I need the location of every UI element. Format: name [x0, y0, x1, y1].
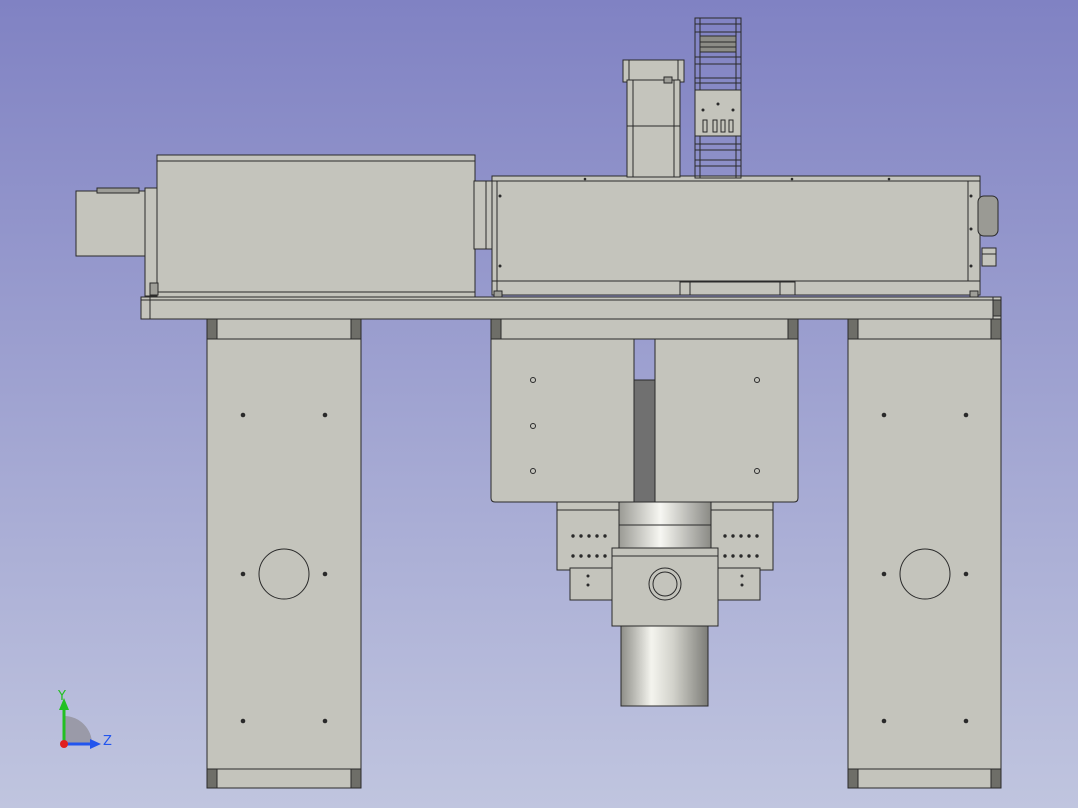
right-leg-foot	[847, 768, 1002, 789]
crossbeam[interactable]	[140, 296, 1002, 320]
axis-navigation-indicator[interactable]: Y Z	[57, 689, 112, 749]
right-linear-actuator[interactable]	[491, 175, 999, 298]
left-leg-foot	[206, 768, 362, 789]
right-support-leg[interactable]	[847, 318, 1002, 789]
servo-motor[interactable]	[622, 59, 685, 178]
actuator-body	[491, 175, 981, 296]
carriage-plate	[679, 281, 796, 296]
spindle-left-clamp	[569, 567, 613, 601]
axis-quadrant	[64, 716, 92, 744]
motor-body	[626, 79, 681, 178]
left-support-leg[interactable]	[206, 318, 362, 789]
axis-y-label: Y	[57, 689, 66, 704]
axis-z-label: Z	[103, 734, 112, 749]
end-connector	[981, 247, 997, 267]
cable-drag-chain[interactable]	[694, 17, 742, 179]
spindle-cylinder	[620, 625, 709, 707]
3d-viewport[interactable]: Y Z	[0, 0, 1078, 808]
end-cap	[977, 195, 999, 237]
left-actuator-housing	[156, 154, 476, 298]
left-leg-top-bracket	[206, 318, 362, 340]
left-motor-cap	[75, 190, 147, 257]
center-column	[633, 379, 656, 503]
right-leg-top-bracket	[847, 318, 1002, 340]
axis-x-dot	[60, 740, 68, 748]
cad-model-view[interactable]: Y Z	[0, 0, 1078, 808]
chain-bracket	[694, 89, 742, 137]
center-z-carriage[interactable]	[490, 318, 799, 503]
left-motor-assembly[interactable]	[75, 154, 495, 298]
spindle-assembly[interactable]	[556, 501, 774, 707]
coupling-block	[473, 180, 495, 250]
center-top-bracket	[490, 318, 799, 340]
left-leg-hole	[258, 548, 310, 600]
center-right-plate	[654, 338, 799, 503]
motor-rear-cap	[622, 59, 685, 83]
center-left-plate	[490, 338, 635, 503]
right-leg-hole	[899, 548, 951, 600]
axis-z-arrow	[90, 739, 101, 749]
spindle-right-clamp	[717, 567, 761, 601]
